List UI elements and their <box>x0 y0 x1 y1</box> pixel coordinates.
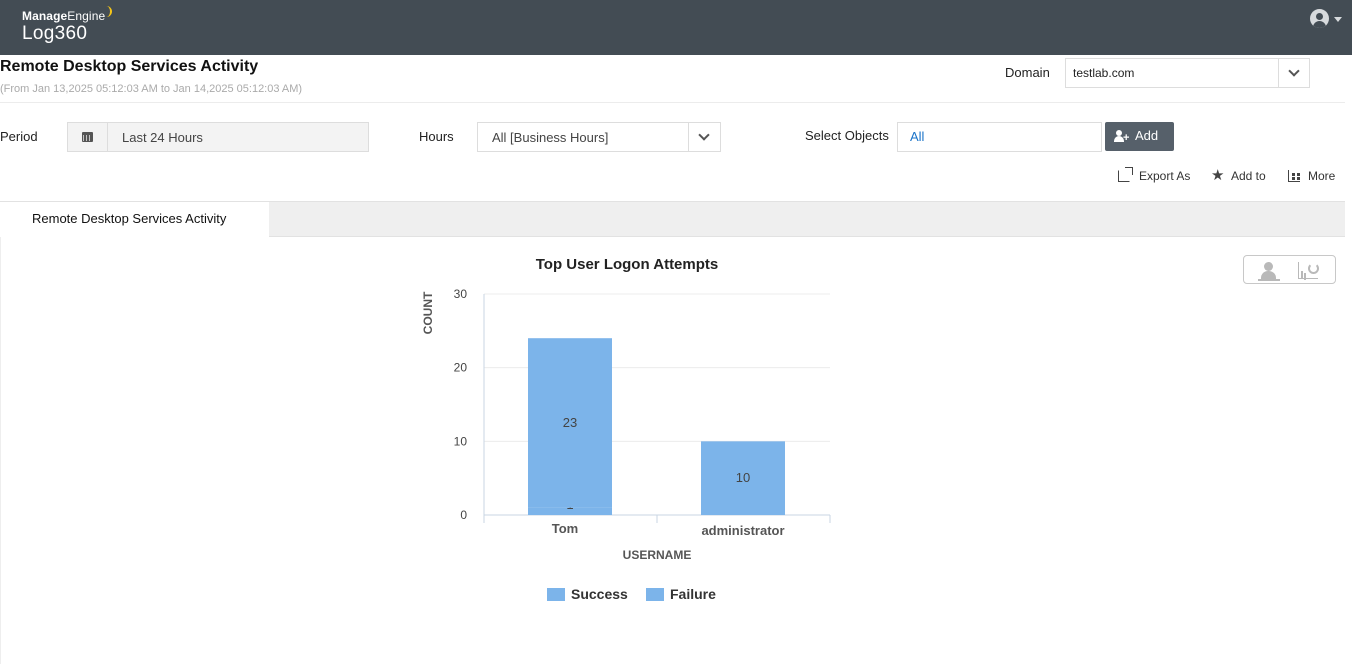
tab-remote-desktop-services-activity[interactable]: Remote Desktop Services Activity <box>0 202 269 238</box>
add-button-label: Add <box>1135 128 1159 143</box>
domain-value: testlab.com <box>1073 66 1135 80</box>
export-as-label: Export As <box>1139 169 1191 183</box>
bar-chart: 0102030123Tom10administratorUSERNAMECOUN… <box>421 287 831 562</box>
calendar-icon <box>82 132 93 142</box>
chevron-down-icon <box>1288 65 1300 77</box>
x-tick-label: administrator <box>701 523 784 538</box>
select-objects-input[interactable]: All <box>897 122 1102 152</box>
add-to-button[interactable]: ★ Add to <box>1211 167 1273 186</box>
product-logo[interactable]: ManageEngine Log360 <box>22 6 113 45</box>
domain-label: Domain <box>1005 65 1050 80</box>
chart-title: Top User Logon Attempts <box>535 256 719 273</box>
more-label: More <box>1308 169 1336 183</box>
logo-arc-icon <box>106 6 113 17</box>
star-icon: ★ <box>1211 167 1225 184</box>
bar-value-label: 23 <box>563 415 577 430</box>
export-icon <box>1118 167 1133 182</box>
export-as-button[interactable]: Export As <box>1118 167 1198 186</box>
y-tick-label: 30 <box>454 287 468 301</box>
caret-down-icon <box>1334 17 1342 22</box>
top-header-bar: ManageEngine Log360 <box>0 0 1352 55</box>
add-objects-button[interactable]: + Add <box>1105 122 1174 151</box>
legend-label: Failure <box>670 586 716 602</box>
hours-dropdown-button[interactable] <box>688 123 720 151</box>
user-chart-icon[interactable] <box>1258 260 1284 281</box>
report-tab-strip: Remote Desktop Services Activity <box>0 201 1345 238</box>
legend-swatch <box>646 588 664 601</box>
select-objects-label: Select Objects <box>805 128 889 143</box>
product-name: Log360 <box>22 23 88 44</box>
y-tick-label: 20 <box>454 361 468 375</box>
period-value: Last 24 Hours <box>122 130 203 145</box>
period-picker[interactable]: Last 24 Hours <box>67 122 369 152</box>
divider <box>0 102 1345 103</box>
more-button[interactable]: More <box>1288 168 1342 186</box>
user-account-menu[interactable] <box>1310 9 1346 29</box>
vendor-logo-text: ManageEngine <box>22 6 113 23</box>
legend-label: Success <box>571 586 628 602</box>
user-avatar-icon <box>1310 9 1329 28</box>
legend-swatch <box>547 588 565 601</box>
hours-label: Hours <box>419 129 454 144</box>
refresh-chart-icon[interactable] <box>1296 260 1324 281</box>
more-icon <box>1288 170 1300 182</box>
report-date-range: (From Jan 13,2025 05:12:03 AM to Jan 14,… <box>0 83 303 95</box>
y-tick-label: 10 <box>454 434 468 448</box>
page-title: Remote Desktop Services Activity <box>0 58 259 75</box>
hours-value: All [Business Hours] <box>492 130 609 145</box>
y-tick-label: 0 <box>460 508 467 522</box>
period-label: Period <box>0 129 38 144</box>
legend-item-success[interactable]: Success <box>547 586 628 604</box>
chart-tools-group <box>1243 255 1336 284</box>
add-to-label: Add to <box>1231 169 1266 183</box>
domain-select[interactable]: testlab.com <box>1065 58 1310 88</box>
bar-value-label: 10 <box>736 470 750 485</box>
legend-item-failure[interactable]: Failure <box>646 586 721 604</box>
select-objects-value: All <box>910 129 925 144</box>
chevron-down-icon <box>698 129 710 141</box>
y-axis-title: COUNT <box>421 291 435 334</box>
calendar-button[interactable] <box>68 123 108 151</box>
x-axis-title: USERNAME <box>623 548 692 562</box>
tab-label: Remote Desktop Services Activity <box>32 211 227 226</box>
add-user-icon: + <box>1114 130 1129 144</box>
x-tick-label: Tom <box>552 521 578 536</box>
hours-select[interactable]: All [Business Hours] <box>477 122 721 152</box>
domain-dropdown-button[interactable] <box>1278 59 1309 87</box>
